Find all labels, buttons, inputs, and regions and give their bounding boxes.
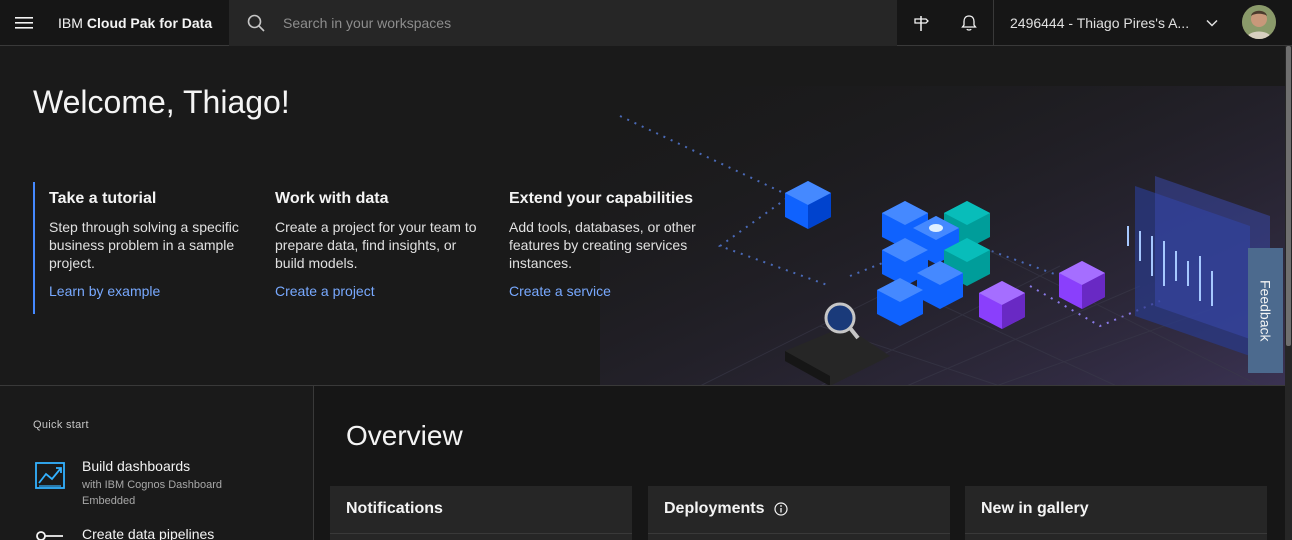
- quick-start-item-pipelines[interactable]: Create data pipelines: [33, 526, 214, 540]
- search-input[interactable]: [283, 15, 883, 31]
- work-with-data-column: Work with data Create a project for your…: [275, 182, 485, 301]
- deployments-card[interactable]: Deployments: [648, 486, 950, 540]
- scrollbar-thumb[interactable]: [1286, 46, 1291, 346]
- create-project-link[interactable]: Create a project: [275, 283, 375, 299]
- tutorial-column: Take a tutorial Step through solving a s…: [33, 182, 243, 314]
- feedback-tab[interactable]: Feedback: [1248, 248, 1283, 373]
- column-text: Add tools, databases, or other features …: [509, 219, 696, 271]
- menu-button[interactable]: [0, 0, 48, 46]
- brand-name[interactable]: IBM Cloud Pak for Data: [48, 0, 228, 46]
- card-title: Deployments: [664, 500, 765, 517]
- quick-start-item-title: Build dashboards: [82, 458, 191, 474]
- search-bar[interactable]: [229, 0, 897, 46]
- info-icon[interactable]: [774, 502, 789, 516]
- page-scrollbar[interactable]: [1285, 46, 1292, 540]
- quick-start-item-title: Create data pipelines: [82, 526, 215, 540]
- card-divider: [965, 533, 1267, 534]
- quick-start-item-subtitle: with IBM Cognos Dashboard Embedded: [82, 479, 223, 507]
- notification-icon: [961, 15, 977, 31]
- column-text: Create a project for your team to prepar…: [275, 219, 477, 271]
- signpost-button[interactable]: [897, 0, 945, 46]
- brand-product: Cloud Pak for Data: [86, 14, 213, 31]
- quick-start-item-dashboards[interactable]: Build dashboards with IBM Cognos Dashboa…: [33, 458, 262, 509]
- brand-prefix: IBM: [58, 14, 83, 31]
- welcome-heading: Welcome, Thiago!: [33, 84, 290, 120]
- card-divider: [648, 533, 950, 534]
- notifications-card[interactable]: Notifications: [330, 486, 632, 540]
- menu-icon: [15, 16, 33, 29]
- card-divider: [330, 533, 632, 534]
- column-title: Work with data: [275, 190, 389, 207]
- column-text: Step through solving a specific business…: [49, 219, 239, 271]
- top-header: IBM Cloud Pak for Data 2496444 - Thiago …: [0, 0, 1292, 46]
- card-title: New in gallery: [981, 500, 1089, 517]
- card-header: Deployments: [664, 500, 789, 518]
- account-label: 2496444 - Thiago Pires's A...: [1010, 15, 1190, 31]
- extend-capabilities-column: Extend your capabilities Add tools, data…: [509, 182, 719, 301]
- create-service-link[interactable]: Create a service: [509, 283, 611, 299]
- overview-section: Overview Notifications Deployments New i…: [314, 386, 1285, 540]
- signpost-icon: [914, 16, 929, 31]
- notifications-button[interactable]: [945, 0, 993, 46]
- feedback-label: Feedback: [1257, 279, 1274, 342]
- overview-title: Overview: [346, 420, 463, 451]
- chevron-down-icon: [1206, 19, 1218, 27]
- column-title: Take a tutorial: [49, 190, 157, 207]
- card-title: Notifications: [346, 500, 443, 517]
- quick-start-panel: Quick start Build dashboards with IBM Co…: [0, 386, 314, 540]
- dashboard-chart-icon: [35, 462, 65, 489]
- new-in-gallery-card[interactable]: New in gallery: [965, 486, 1267, 540]
- search-icon[interactable]: [229, 0, 283, 46]
- column-title: Extend your capabilities: [509, 190, 694, 207]
- pipeline-icon: [36, 531, 63, 540]
- quick-start-title: Quick start: [33, 419, 89, 431]
- account-switcher[interactable]: 2496444 - Thiago Pires's A...: [993, 0, 1233, 46]
- learn-by-example-link[interactable]: Learn by example: [49, 283, 160, 299]
- welcome-banner: Welcome, Thiago! Take a tutorial Step th…: [0, 46, 1285, 386]
- user-avatar[interactable]: [1242, 5, 1276, 39]
